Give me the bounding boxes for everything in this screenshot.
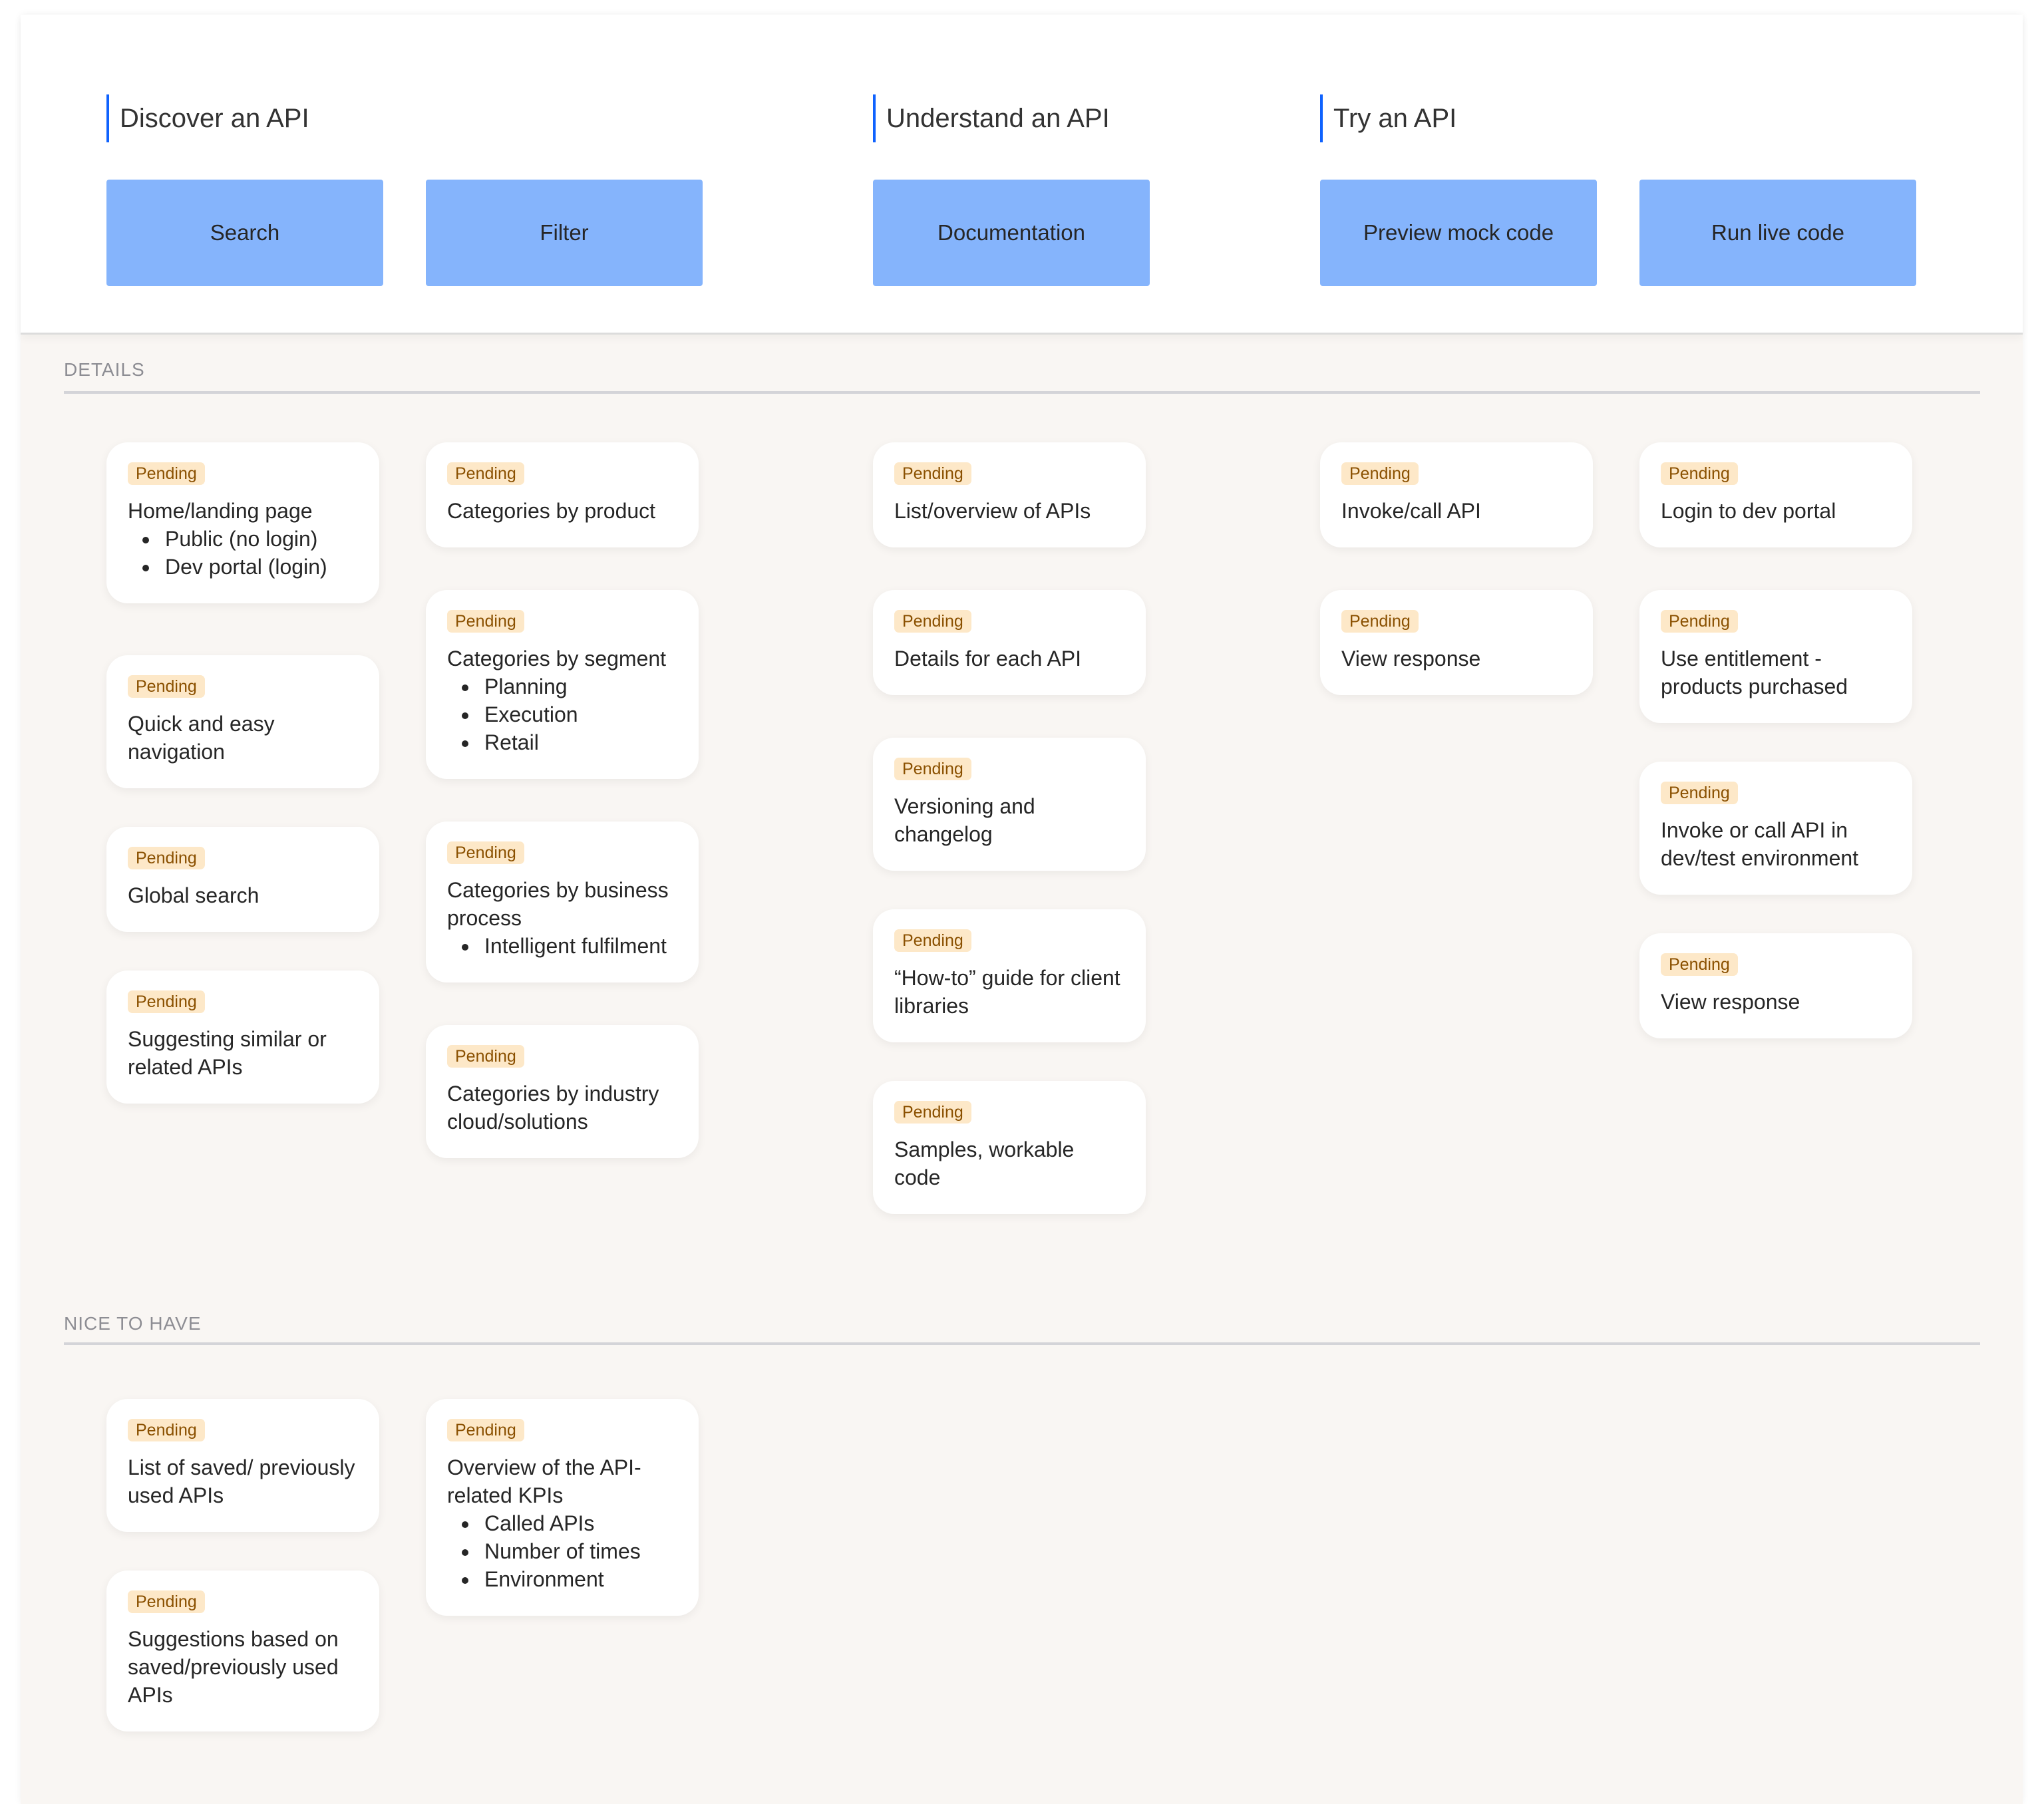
status-badge: Pending (894, 610, 971, 633)
status-badge: Pending (447, 610, 524, 633)
card-bullet-item: Intelligent fulfilment (479, 932, 677, 960)
status-badge: Pending (1661, 610, 1738, 633)
details-card[interactable]: Pending Global search (106, 827, 379, 932)
status-badge: Pending (1341, 462, 1419, 485)
details-card[interactable]: Pending Suggesting similar or related API… (106, 971, 379, 1104)
nice-to-have-card[interactable]: Pending List of saved/ previously used AP… (106, 1399, 379, 1532)
details-card[interactable]: Pending Login to dev portal (1639, 442, 1912, 547)
card-bullet-item: Planning (479, 673, 677, 700)
status-badge: Pending (447, 462, 524, 485)
card-bullet-list: Intelligent fulfilment (447, 932, 677, 960)
details-card[interactable]: Pending View response (1639, 933, 1912, 1038)
documentation-button[interactable]: Documentation (873, 180, 1150, 286)
card-title: Suggestions based on saved/previously us… (128, 1627, 339, 1707)
details-card[interactable]: Pending View response (1320, 590, 1593, 695)
status-badge: Pending (128, 847, 205, 869)
status-badge: Pending (128, 1590, 205, 1613)
status-badge: Pending (1661, 953, 1738, 976)
card-title: Global search (128, 883, 259, 907)
details-card[interactable]: Pending Versioning and changelog (873, 738, 1146, 871)
card-title: List/overview of APIs (894, 499, 1091, 523)
nice-to-have-card[interactable]: Pending Overview of the API-related KPIsC… (426, 1399, 699, 1616)
details-section-label: DETAILS (64, 359, 145, 380)
card-bullet-item: Environment (479, 1565, 677, 1593)
details-card[interactable]: Pending Invoke/call API (1320, 442, 1593, 547)
card-bullet-item: Called APIs (479, 1509, 677, 1537)
status-badge: Pending (128, 675, 205, 698)
card-title: Overview of the API-related KPIs (447, 1455, 641, 1507)
card-bullet-item: Public (no login) (160, 525, 358, 553)
run-live-code-button[interactable]: Run live code (1639, 180, 1916, 286)
status-badge: Pending (128, 990, 205, 1013)
details-divider (64, 391, 1980, 394)
card-title: List of saved/ previously used APIs (128, 1455, 355, 1507)
status-badge: Pending (447, 1045, 524, 1068)
stage-title-discover: Discover an API (106, 94, 309, 142)
status-badge: Pending (128, 462, 205, 485)
card-title: Invoke or call API in dev/test environme… (1661, 818, 1859, 870)
details-card[interactable]: Pending List/overview of APIs (873, 442, 1146, 547)
card-title: Versioning and changelog (894, 794, 1035, 846)
status-badge: Pending (894, 1101, 971, 1124)
card-title: Details for each API (894, 647, 1082, 671)
status-badge: Pending (447, 1419, 524, 1441)
details-card[interactable]: Pending Home/landing pagePublic (no login… (106, 442, 379, 603)
details-card[interactable]: Pending Categories by industry cloud/solu… (426, 1025, 699, 1158)
details-card[interactable]: Pending Quick and easy navigation (106, 655, 379, 788)
card-title: Categories by product (447, 499, 656, 523)
card-bullet-item: Dev portal (login) (160, 553, 358, 581)
stage-title-try: Try an API (1320, 94, 1456, 142)
card-title: Categories by segment (447, 647, 667, 671)
details-column: Pending Home/landing pagePublic (no login… (106, 442, 379, 1104)
details-card[interactable]: Pending Categories by product (426, 442, 699, 547)
card-bullet-item: Retail (479, 728, 677, 756)
nice-to-have-column: Pending Overview of the API-related KPIsC… (426, 1399, 699, 1616)
details-card[interactable]: Pending Invoke or call API in dev/test en… (1639, 762, 1912, 895)
details-card[interactable]: Pending Categories by segmentPlanningExec… (426, 590, 699, 779)
filter-button[interactable]: Filter (426, 180, 703, 286)
card-title: View response (1341, 647, 1481, 671)
card-bullet-list: Public (no login)Dev portal (login) (128, 525, 358, 581)
card-title: Samples, workable code (894, 1137, 1075, 1189)
details-column: Pending List/overview of APIs Pending Detai… (873, 442, 1146, 1214)
card-bullet-item: Number of times (479, 1537, 677, 1565)
nice-to-have-divider (64, 1342, 1980, 1345)
details-column: Pending Categories by product Pending Categ… (426, 442, 699, 1158)
details-card[interactable]: Pending “How-to” guide for client librari… (873, 909, 1146, 1042)
details-card[interactable]: Pending Categories by business processInt… (426, 822, 699, 982)
status-badge: Pending (1661, 782, 1738, 804)
details-card[interactable]: Pending Use entitlement - products purcha… (1639, 590, 1912, 723)
nice-to-have-column: Pending List of saved/ previously used AP… (106, 1399, 379, 1731)
card-title: Quick and easy navigation (128, 712, 275, 764)
details-column: Pending Invoke/call API Pending View respon… (1320, 442, 1593, 695)
nice-to-have-card[interactable]: Pending Suggestions based on saved/previo… (106, 1571, 379, 1731)
status-badge: Pending (894, 462, 971, 485)
status-badge: Pending (894, 929, 971, 952)
preview-mock-code-button[interactable]: Preview mock code (1320, 180, 1597, 286)
card-title: Categories by industry cloud/solutions (447, 1082, 659, 1133)
card-title: “How-to” guide for client libraries (894, 966, 1120, 1018)
card-bullet-list: Called APIsNumber of timesEnvironment (447, 1509, 677, 1593)
card-title: Use entitlement - products purchased (1661, 647, 1848, 698)
card-title: Suggesting similar or related APIs (128, 1027, 327, 1079)
journey-header: Discover an API Understand an API Try an… (21, 15, 2023, 335)
status-badge: Pending (1661, 462, 1738, 485)
card-title: Invoke/call API (1341, 499, 1481, 523)
status-badge: Pending (128, 1419, 205, 1441)
details-card[interactable]: Pending Details for each API (873, 590, 1146, 695)
card-title: Home/landing page (128, 499, 313, 523)
status-badge: Pending (894, 758, 971, 780)
nice-to-have-section-label: NICE TO HAVE (64, 1313, 202, 1334)
stage-title-understand: Understand an API (873, 94, 1110, 142)
status-badge: Pending (1341, 610, 1419, 633)
card-title: Login to dev portal (1661, 499, 1836, 523)
card-title: View response (1661, 990, 1800, 1014)
card-bullet-list: PlanningExecutionRetail (447, 673, 677, 756)
card-bullet-item: Execution (479, 700, 677, 728)
card-title: Categories by business process (447, 878, 669, 930)
details-column: Pending Login to dev portal Pending Use ent… (1639, 442, 1912, 1038)
search-button[interactable]: Search (106, 180, 383, 286)
status-badge: Pending (447, 841, 524, 864)
details-card[interactable]: Pending Samples, workable code (873, 1081, 1146, 1214)
